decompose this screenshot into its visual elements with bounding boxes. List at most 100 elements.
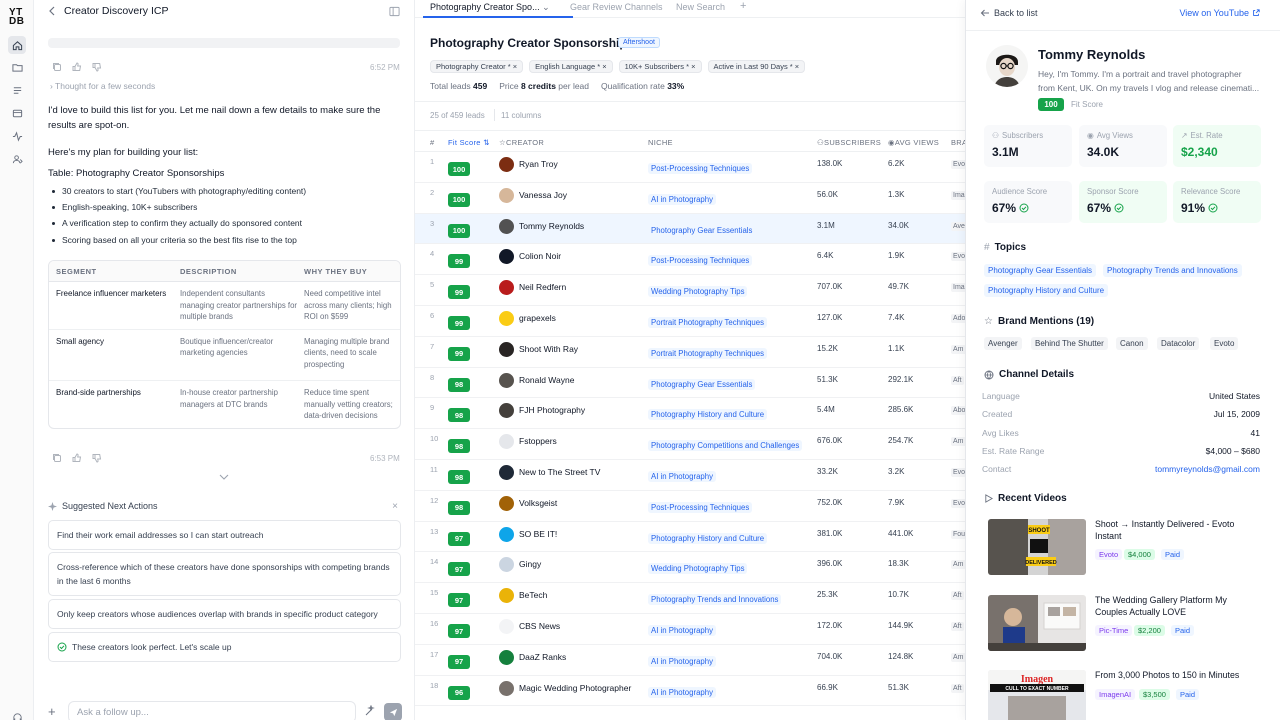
- niche-tag: Post-Processing Techniques: [648, 163, 753, 174]
- creator-name[interactable]: Volksgeist: [519, 498, 557, 508]
- suggestion-cross-reference[interactable]: Cross-reference which of these creators …: [48, 552, 401, 596]
- table-row[interactable]: 17 97 DaaZ Ranks AI in Photography 704.0K 124…: [415, 645, 965, 676]
- tab-photography[interactable]: Photography Creator Spo... ⌄: [430, 2, 550, 13]
- table-row[interactable]: 12 98 Volksgeist Post-Processing Techniques…: [415, 491, 965, 522]
- home-icon[interactable]: [8, 36, 26, 54]
- table-row[interactable]: 13 97 SO BE IT! Photography History and Cul…: [415, 522, 965, 553]
- magic-wand-icon[interactable]: [364, 705, 376, 717]
- col-header-creator[interactable]: ☆CREATOR: [499, 138, 544, 147]
- col-header-niche[interactable]: NICHE: [648, 138, 673, 147]
- filter-chip[interactable]: Active in Last 90 Days * ×: [707, 60, 806, 73]
- brand-mention-chip[interactable]: Canon: [1116, 337, 1148, 350]
- table-row[interactable]: 7 99 Shoot With Ray Portrait Photography Te…: [415, 337, 965, 368]
- add-attachment-icon[interactable]: +: [48, 704, 56, 719]
- subscribers-value: 127.0K: [817, 313, 843, 322]
- thumbs-down-icon[interactable]: [92, 62, 102, 72]
- brand-mention-chip[interactable]: Datacolor: [1157, 337, 1200, 350]
- table-row[interactable]: 16 97 CBS News AI in Photography 172.0K 144.9…: [415, 614, 965, 645]
- topic-chip[interactable]: Photography History and Culture: [984, 284, 1109, 297]
- creator-name[interactable]: Neil Redfern: [519, 282, 566, 292]
- brand-mention-chip[interactable]: Behind The Shutter: [1031, 337, 1108, 350]
- col-header-avg-views[interactable]: ◉AVG VIEWS: [888, 138, 939, 147]
- filter-chip[interactable]: English Language * ×: [529, 60, 613, 73]
- table-row[interactable]: 8 98 Ronald Wayne Photography Gear Essentia…: [415, 368, 965, 399]
- creator-name[interactable]: Shoot With Ray: [519, 344, 578, 354]
- creator-name[interactable]: SO BE IT!: [519, 529, 557, 539]
- creator-name[interactable]: Magic Wedding Photographer: [519, 683, 631, 693]
- headset-icon[interactable]: [8, 708, 26, 720]
- filter-chip[interactable]: Photography Creator * ×: [430, 60, 524, 73]
- creator-name[interactable]: New to The Street TV: [519, 467, 600, 477]
- creator-name[interactable]: grapexels: [519, 313, 556, 323]
- table-row[interactable]: 18 96 Magic Wedding Photographer AI in Phot…: [415, 676, 965, 707]
- video-thumbnail[interactable]: [988, 595, 1086, 651]
- folder-icon[interactable]: [8, 58, 26, 76]
- creator-name[interactable]: CBS News: [519, 621, 560, 631]
- back-chevron-icon[interactable]: [48, 6, 56, 16]
- copy-icon[interactable]: [52, 453, 62, 463]
- back-to-list-button[interactable]: Back to list: [980, 8, 1038, 18]
- topic-chip[interactable]: Photography Gear Essentials: [984, 264, 1097, 277]
- thumbs-up-icon[interactable]: [72, 453, 82, 463]
- table-row[interactable]: 11 98 New to The Street TV AI in Photograph…: [415, 460, 965, 491]
- tab-new-search[interactable]: New Search: [676, 2, 725, 12]
- table-row[interactable]: 3 100 Tommy Reynolds Photography Gear Essen…: [415, 213, 965, 245]
- suggestion-email[interactable]: Find their work email addresses so I can…: [48, 520, 401, 550]
- table-row[interactable]: 6 99 grapexels Portrait Photography Techniq…: [415, 306, 965, 337]
- users-icon[interactable]: [8, 150, 26, 168]
- col-header-fit-score[interactable]: Fit Score ⇅: [448, 138, 490, 147]
- creator-name[interactable]: Fstoppers: [519, 436, 557, 446]
- video-title[interactable]: From 3,000 Photos to 150 in Minutes: [1095, 670, 1260, 682]
- contact-email-link[interactable]: tommyreynolds@gmail.com: [1155, 464, 1260, 474]
- copy-icon[interactable]: [52, 62, 62, 72]
- add-tab-icon[interactable]: +: [740, 0, 746, 12]
- tab-gear-review[interactable]: Gear Review Channels: [570, 2, 663, 12]
- creator-name[interactable]: FJH Photography: [519, 405, 585, 415]
- video-thumbnail[interactable]: SHOOT DELIVERED: [988, 519, 1086, 575]
- thumbs-up-icon[interactable]: [72, 62, 82, 72]
- send-button[interactable]: [384, 703, 402, 720]
- video-title[interactable]: The Wedding Gallery Platform My Couples …: [1095, 595, 1260, 618]
- brand-mention-chip[interactable]: Evoto: [1210, 337, 1239, 350]
- creator-name[interactable]: Ronald Wayne: [519, 375, 574, 385]
- col-header-brands[interactable]: BRA: [951, 138, 965, 147]
- close-icon[interactable]: ×: [392, 501, 398, 512]
- follow-up-input[interactable]: Ask a follow up...: [68, 701, 356, 720]
- creator-avatar: [499, 680, 514, 696]
- creator-name[interactable]: BeTech: [519, 590, 547, 600]
- thumbs-down-icon[interactable]: [92, 453, 102, 463]
- suggestion-scale-up[interactable]: These creators look perfect. Let's scale…: [48, 632, 401, 662]
- activity-icon[interactable]: [8, 127, 26, 145]
- table-row[interactable]: 1 100 Ryan Troy Post-Processing Techniques 1…: [415, 152, 965, 183]
- creator-name[interactable]: Vanessa Joy: [519, 190, 567, 200]
- creator-name[interactable]: Gingy: [519, 559, 541, 569]
- video-title[interactable]: Shoot → Instantly Delivered - Evoto Inst…: [1095, 519, 1260, 542]
- scroll-down-icon[interactable]: [219, 473, 229, 481]
- columns-count[interactable]: 11 columns: [501, 111, 541, 120]
- creator-name[interactable]: Ryan Troy: [519, 159, 558, 169]
- list-icon[interactable]: [8, 81, 26, 99]
- card-icon[interactable]: [8, 104, 26, 122]
- table-row[interactable]: 4 99 Colion Noir Post-Processing Techniques…: [415, 244, 965, 276]
- table-row[interactable]: 9 98 FJH Photography Photography History an…: [415, 398, 965, 430]
- topic-chip[interactable]: Photography Trends and Innovations: [1103, 264, 1242, 277]
- row-number: 4: [430, 249, 435, 259]
- view-on-youtube-link[interactable]: View on YouTube: [1179, 8, 1260, 18]
- sidebar-toggle-icon[interactable]: [389, 6, 400, 17]
- brand-mention-chip[interactable]: Avenger: [984, 337, 1022, 350]
- creator-name[interactable]: DaaZ Ranks: [519, 652, 566, 662]
- video-thumbnail[interactable]: Imagen CULL TO EXACT NUMBER: [988, 670, 1086, 720]
- app-logo[interactable]: YT DB: [9, 8, 24, 27]
- table-row[interactable]: 5 99 Neil Redfern Wedding Photography Tips 7…: [415, 275, 965, 306]
- creator-name[interactable]: Colion Noir: [519, 251, 561, 261]
- table-row[interactable]: 15 97 BeTech Photography Trends and Innovat…: [415, 583, 965, 614]
- niche-tag: AI in Photography: [648, 686, 716, 698]
- table-row[interactable]: 10 98 Fstoppers Photography Competitions an…: [415, 429, 965, 460]
- table-row[interactable]: 2 100 Vanessa Joy AI in Photography 56.0K 1.3…: [415, 183, 965, 214]
- thought-toggle[interactable]: › Thought for a few seconds: [50, 81, 155, 91]
- col-header-subscribers[interactable]: ⚇SUBSCRIBERS: [817, 138, 881, 147]
- creator-name[interactable]: Tommy Reynolds: [519, 221, 584, 231]
- table-row[interactable]: 14 97 Gingy Wedding Photography Tips 396.0K 1…: [415, 552, 965, 584]
- filter-chip[interactable]: 10K+ Subscribers * ×: [618, 60, 702, 73]
- suggestion-audience-overlap[interactable]: Only keep creators whose audiences overl…: [48, 599, 401, 629]
